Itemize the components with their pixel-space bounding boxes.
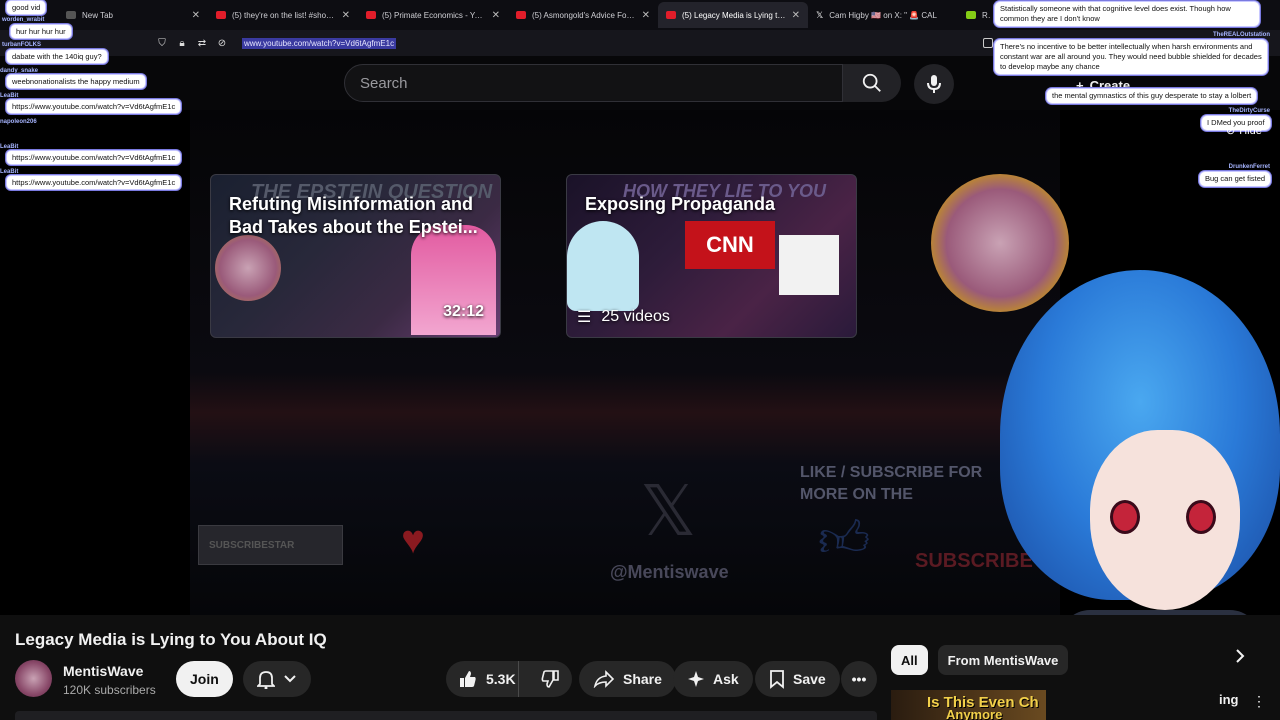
like-subscribe-text: LIKE / SUBSCRIBE FOR MORE ON THE xyxy=(800,464,983,503)
chevron-right-icon[interactable] xyxy=(1234,649,1246,668)
subscribestar-badge[interactable]: SUBSCRIBESTAR xyxy=(198,525,343,565)
chat-message: https://www.youtube.com/watch?v=Vd6tAgfm… xyxy=(6,175,182,190)
browser-icon xyxy=(66,11,76,19)
notifications-button[interactable] xyxy=(243,661,311,697)
close-icon[interactable]: ✕ xyxy=(342,10,350,21)
heart-mug-icon[interactable]: ♥ xyxy=(367,518,459,574)
video-info: Legacy Media is Lying to You About IQ Me… xyxy=(0,615,1280,720)
save-button[interactable]: Save xyxy=(755,661,840,697)
shield-icon[interactable]: ⛉ xyxy=(156,37,168,49)
thumbs-up-icon xyxy=(460,671,476,687)
channel-avatar[interactable] xyxy=(15,660,52,697)
close-icon[interactable]: ✕ xyxy=(192,10,200,21)
chat-message: the mental gymnastics of this guy desper… xyxy=(1046,88,1258,104)
youtube-icon xyxy=(216,11,226,19)
x-icon: 𝕏 xyxy=(816,10,824,20)
cnn-logo: CNN xyxy=(685,221,775,269)
msnbc-logo xyxy=(779,235,839,295)
join-button[interactable]: Join xyxy=(176,661,233,697)
screen: New Tab ✕ (5) they're on the list! #short… xyxy=(0,0,1280,720)
thumbnail-character xyxy=(567,221,639,311)
ask-button[interactable]: Ask xyxy=(673,661,753,697)
chat-username: TheDirtyCurse xyxy=(1228,108,1270,114)
chat-message: good vid xyxy=(6,0,47,15)
chat-message: hur hur hur hur xyxy=(10,24,72,39)
tab-rac[interactable]: Rac xyxy=(958,2,998,28)
tab-new-tab[interactable]: New Tab ✕ xyxy=(58,2,208,28)
chat-username: turbanFOLKS xyxy=(2,42,41,48)
tab-legacy-media[interactable]: (5) Legacy Media is Lying to Yo ✕ xyxy=(658,2,808,28)
vtuber-eye-left xyxy=(1110,500,1140,534)
playlist-icon: ☰ xyxy=(577,309,592,326)
more-vert-icon[interactable]: ⋮ xyxy=(1252,693,1266,710)
card-title: Exposing Propaganda xyxy=(585,194,776,214)
tune-icon[interactable]: ⇄ xyxy=(196,37,208,49)
url-field[interactable]: www.youtube.com/watch?v=Vd6tAgfmE1c xyxy=(242,37,397,49)
reader-icon[interactable] xyxy=(983,38,993,48)
hide-button[interactable]: ⊘ Hide xyxy=(1226,124,1262,138)
card-title: Refuting Misinformation and Bad Takes ab… xyxy=(229,194,478,237)
recommendation-chips: All From MentisWave xyxy=(891,645,1069,675)
subscriber-count: 120K subscribers xyxy=(63,683,156,697)
close-icon[interactable]: ✕ xyxy=(642,10,650,21)
chat-username: worden_wrabit xyxy=(2,17,45,23)
tab-primate-economics[interactable]: (5) Primate Economics - YouTub ✕ xyxy=(358,2,508,28)
sparkle-icon xyxy=(688,671,704,687)
youtube-icon xyxy=(666,11,676,19)
bookmark-icon xyxy=(770,670,784,689)
like-button[interactable]: 5.3K xyxy=(446,661,520,697)
chat-message: Bug can get fisted xyxy=(1199,171,1272,187)
search-button[interactable] xyxy=(843,64,901,102)
chevron-down-icon xyxy=(284,675,296,683)
endscreen-playlist-card[interactable]: HOW THEY LIE TO YOU CNN Exposing Propaga… xyxy=(566,174,857,338)
youtube-icon xyxy=(366,11,376,19)
tab-cam-higby[interactable]: 𝕏 Cam Higby 🇺🇸 on X: " 🚨 CAL xyxy=(808,2,958,28)
close-icon[interactable]: ✕ xyxy=(492,10,500,21)
lock-icon[interactable]: 🔒︎ xyxy=(176,37,188,49)
watermark: @Mentiswave xyxy=(610,562,729,582)
microphone-icon xyxy=(927,75,941,93)
thumbnail-avatar xyxy=(215,235,281,301)
chat-username: napoleon206 xyxy=(0,119,37,125)
chat-username: DrunkenFerret xyxy=(1228,164,1270,170)
chat-message: dabate with the 140iq guy? xyxy=(6,49,108,64)
vtuber-eye-right xyxy=(1186,500,1216,534)
dislike-button[interactable] xyxy=(527,661,572,697)
eye-off-icon: ⊘ xyxy=(1226,125,1236,137)
chat-message: weebnonationalists the happy medium xyxy=(6,74,146,89)
tab-shorts[interactable]: (5) they're on the list! #shorts # ✕ xyxy=(208,2,358,28)
share-button[interactable]: Share xyxy=(579,661,676,697)
chat-message: https://www.youtube.com/watch?v=Vd6tAgfm… xyxy=(6,99,182,114)
green-icon xyxy=(966,11,976,19)
x-logo-icon[interactable]: 𝕏 xyxy=(640,470,696,552)
video-duration: 32:12 xyxy=(443,303,484,320)
endscreen-video-card[interactable]: THE EPSTEIN QUESTION Refuting Misinforma… xyxy=(210,174,501,338)
close-icon[interactable]: ✕ xyxy=(792,10,800,21)
recommended-video-title[interactable]: ing xyxy=(1219,692,1239,707)
chip-from-channel[interactable]: From MentisWave xyxy=(937,645,1069,675)
voice-search-button[interactable] xyxy=(914,64,954,104)
chat-message: https://www.youtube.com/watch?v=Vd6tAgfm… xyxy=(6,150,182,165)
like-dislike-group: 5.3K xyxy=(446,661,572,697)
chat-username: TheREALOutstation xyxy=(1213,32,1270,38)
more-icon: ••• xyxy=(851,671,867,687)
thumbs-up-icon: 👍︎ xyxy=(818,511,871,567)
thumbs-down-icon xyxy=(541,670,559,688)
playlist-count: ☰ 25 videos xyxy=(577,308,670,326)
tab-asmongold[interactable]: (5) Asmongold's Advice For Pe ✕ xyxy=(508,2,658,28)
share-icon xyxy=(593,670,615,688)
chat-message: Statistically someone with that cognitiv… xyxy=(994,1,1260,27)
chat-message: There's no incentive to be better intell… xyxy=(994,39,1268,75)
chip-all[interactable]: All xyxy=(891,645,928,675)
search-input[interactable]: Search xyxy=(344,64,843,102)
youtube-icon xyxy=(516,11,526,19)
video-title: Legacy Media is Lying to You About IQ xyxy=(15,630,327,649)
recommended-video-thumbnail[interactable]: Is This Even Ch Anymore xyxy=(891,690,1046,720)
more-actions-button[interactable]: ••• xyxy=(841,661,877,697)
bell-icon xyxy=(257,671,275,689)
search-icon xyxy=(862,73,881,92)
channel-name[interactable]: MentisWave xyxy=(63,663,143,679)
camera-off-icon[interactable]: ⊘ xyxy=(216,37,228,49)
description-box[interactable] xyxy=(15,711,877,720)
